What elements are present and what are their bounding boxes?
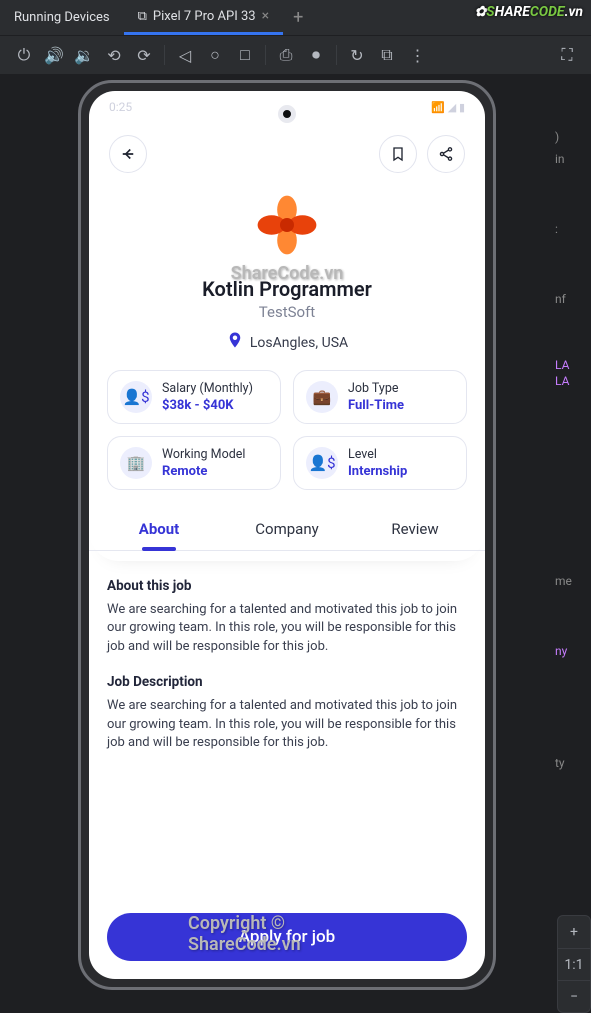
info-value: Internship [348, 464, 407, 479]
info-value: Full-Time [348, 398, 404, 413]
close-icon[interactable]: × [262, 8, 269, 24]
separator [164, 45, 165, 65]
device-screen: 0:25 📶 ◢ ▮ Kotlin Programmer TestSoft [89, 91, 485, 979]
status-time: 0:25 [109, 100, 132, 114]
location-text: LosAngles, USA [250, 335, 348, 351]
bookmark-icon [390, 146, 406, 162]
gutter-text: ) [555, 130, 559, 144]
phone-icon: ⧉ [138, 9, 147, 24]
add-tab-button[interactable]: + [283, 7, 313, 28]
info-label: Level [348, 447, 407, 462]
job-header: Kotlin Programmer TestSoft LosAngles, US… [89, 185, 485, 561]
emulator-toolbar: ⏻ 🔊 🔉 ⟲ ⟳ ◁ ○ □ ⎙ ⏺ ↻ ⧉ ⋮ ⛶ [0, 36, 591, 74]
separator [265, 45, 266, 65]
model-card: 🏢 Working Model Remote [107, 436, 281, 490]
gutter-text: in [555, 152, 565, 166]
gutter-text: LA [555, 374, 569, 388]
more-icon[interactable]: ⋮ [407, 45, 427, 65]
apply-button[interactable]: Apply for job [107, 913, 467, 961]
gutter-text: me [555, 574, 572, 588]
ide-tab-running[interactable]: Running Devices [0, 0, 124, 35]
gutter-text: ny [555, 644, 567, 658]
volume-up-icon[interactable]: 🔊 [44, 45, 64, 65]
gutter-text: ty [555, 756, 565, 770]
company-logo [247, 185, 327, 265]
camera-punch [278, 105, 296, 123]
share-icon [438, 146, 454, 162]
tab-review[interactable]: Review [351, 506, 479, 550]
level-icon: 👤$ [306, 447, 338, 479]
salary-icon: 👤$ [120, 381, 152, 413]
gutter-text: LA [555, 358, 569, 372]
building-icon: 🏢 [120, 447, 152, 479]
back-button[interactable] [109, 135, 147, 173]
expand-icon[interactable]: ⛶ [557, 45, 577, 65]
zoom-reset-button[interactable]: 1:1 [558, 948, 590, 980]
info-label: Job Type [348, 381, 404, 396]
job-title: Kotlin Programmer [89, 277, 485, 301]
zoom-panel: + 1:1 − [557, 915, 591, 1013]
app-bar [89, 123, 485, 185]
bookmark-button[interactable] [379, 135, 417, 173]
overview-icon[interactable]: □ [235, 45, 255, 65]
arrow-left-icon [119, 145, 137, 163]
salary-card: 👤$ Salary (Monthly) $38k - $40K [107, 370, 281, 424]
fold-icon[interactable]: ⧉ [377, 45, 397, 65]
tab-about[interactable]: About [95, 506, 223, 550]
screenshot-icon[interactable]: ⎙ [276, 45, 296, 65]
device-frame: 0:25 📶 ◢ ▮ Kotlin Programmer TestSoft [78, 80, 496, 990]
rotate-left-icon[interactable]: ⟲ [104, 45, 124, 65]
section-heading: About this job [107, 577, 467, 597]
tab-company[interactable]: Company [223, 506, 351, 550]
record-icon[interactable]: ⏺ [306, 45, 326, 65]
about-content[interactable]: About this job We are searching for a ta… [89, 561, 485, 901]
watermark-logo: ✿SHARECODE.vn [475, 4, 583, 20]
detail-tabs: About Company Review [89, 506, 485, 551]
code-gutter: ) in : nf LA LA me ny ty + 1:1 − [551, 74, 591, 1013]
section-body: We are searching for a talented and moti… [107, 601, 467, 658]
info-label: Working Model [162, 447, 245, 462]
rotate-right-icon[interactable]: ⟳ [134, 45, 154, 65]
ide-tab-device[interactable]: ⧉ Pixel 7 Pro API 33 × [124, 0, 283, 35]
gutter-text: : [555, 222, 558, 236]
separator [336, 45, 337, 65]
job-location: LosAngles, USA [89, 331, 485, 354]
home-icon[interactable]: ○ [205, 45, 225, 65]
refresh-icon[interactable]: ↻ [347, 45, 367, 65]
section-heading: Job Description [107, 673, 467, 693]
gutter-text: nf [555, 292, 566, 306]
status-icons: 📶 ◢ ▮ [431, 101, 465, 114]
info-value: Remote [162, 464, 245, 479]
section-body: We are searching for a talented and moti… [107, 697, 467, 754]
volume-down-icon[interactable]: 🔉 [74, 45, 94, 65]
zoom-out-button[interactable]: − [558, 980, 590, 1012]
ide-tab-label: Pixel 7 Pro API 33 [153, 9, 256, 24]
power-icon[interactable]: ⏻ [14, 45, 34, 65]
info-value: $38k - $40K [162, 398, 253, 413]
job-info-cards: 👤$ Salary (Monthly) $38k - $40K 💼 Job Ty… [89, 354, 485, 506]
info-label: Salary (Monthly) [162, 381, 253, 396]
share-button[interactable] [427, 135, 465, 173]
jobtype-card: 💼 Job Type Full-Time [293, 370, 467, 424]
briefcase-icon: 💼 [306, 381, 338, 413]
job-company: TestSoft [89, 303, 485, 321]
back-icon[interactable]: ◁ [175, 45, 195, 65]
level-card: 👤$ Level Internship [293, 436, 467, 490]
ide-tab-label: Running Devices [14, 10, 110, 25]
pin-icon [226, 331, 244, 354]
zoom-in-button[interactable]: + [558, 916, 590, 948]
